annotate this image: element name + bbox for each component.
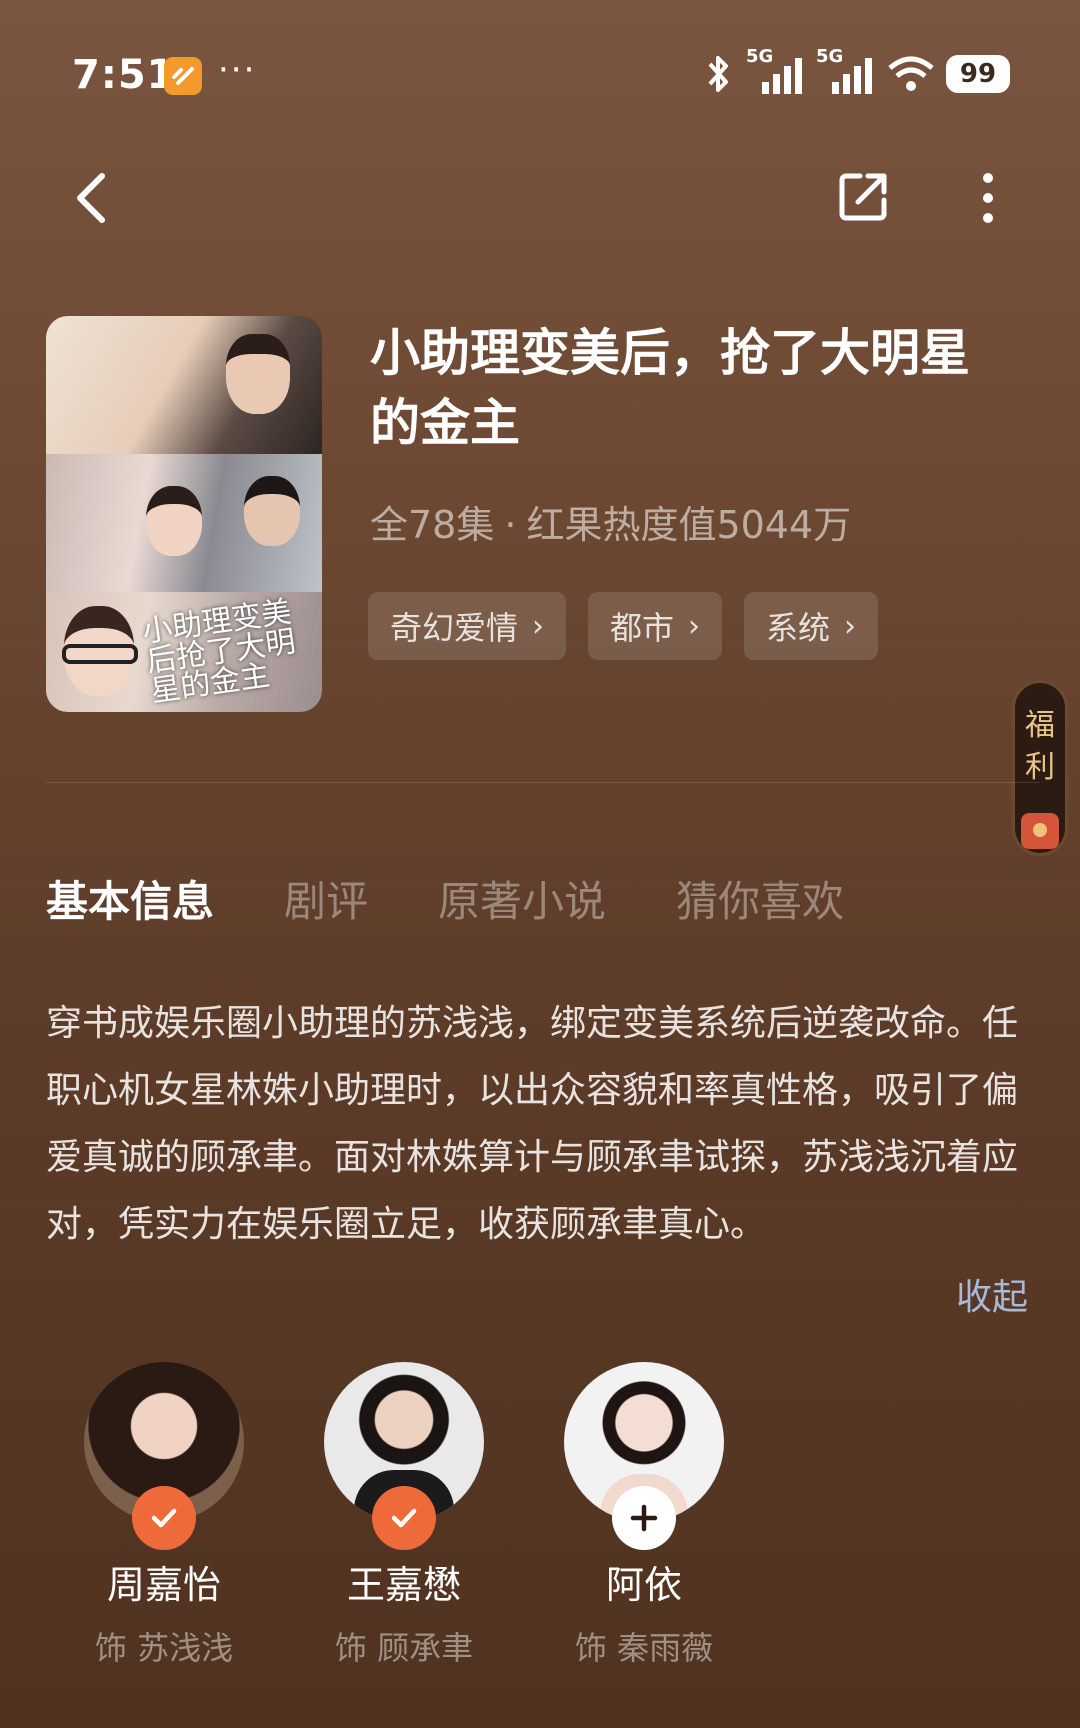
status-bar: 7:51 ··· 5G 5G 99 bbox=[0, 0, 1080, 150]
battery-indicator: 99 bbox=[946, 55, 1010, 93]
wifi-icon bbox=[888, 56, 934, 91]
chevron-left-icon bbox=[77, 173, 105, 223]
poster-actor-face bbox=[226, 334, 290, 414]
cast-name: 阿依 bbox=[605, 1563, 682, 1607]
back-button[interactable] bbox=[66, 168, 118, 228]
tab-basic-info[interactable]: 基本信息 bbox=[46, 868, 214, 929]
followed-badge[interactable] bbox=[372, 1486, 436, 1550]
tag-urban[interactable]: 都市 › bbox=[588, 592, 723, 660]
drama-meta: 全78集 · 红果热度值5044万 bbox=[370, 494, 851, 549]
app-notification-icon bbox=[164, 57, 202, 95]
cast-member[interactable]: 阿依 饰 秦雨薇 bbox=[564, 1362, 724, 1669]
synopsis-text: 穿书成娱乐圈小助理的苏浅浅，绑定变美系统后逆袭改命。任职心机女星林姝小助理时，以… bbox=[46, 1003, 1019, 1245]
chevron-right-icon: › bbox=[844, 608, 857, 644]
tag-system[interactable]: 系统 › bbox=[744, 592, 879, 660]
status-indicators: 5G 5G 99 bbox=[700, 46, 1010, 96]
meta-separator: · bbox=[504, 503, 517, 547]
more-options-button[interactable] bbox=[970, 170, 1006, 226]
cast-name: 周嘉怡 bbox=[106, 1563, 221, 1607]
followed-badge[interactable] bbox=[132, 1486, 196, 1550]
tab-reviews[interactable]: 剧评 bbox=[284, 868, 368, 929]
tag-label: 都市 bbox=[610, 609, 675, 647]
cast-member[interactable]: 王嘉懋 饰 顾承聿 bbox=[324, 1362, 484, 1669]
red-envelope-icon bbox=[1021, 813, 1059, 849]
detail-tabs: 基本信息 剧评 原著小说 猜你喜欢 bbox=[46, 868, 844, 929]
chevron-right-icon: › bbox=[532, 608, 545, 644]
follow-button[interactable] bbox=[612, 1486, 676, 1550]
cast-role: 饰 秦雨薇 bbox=[574, 1629, 714, 1667]
more-vertical-icon bbox=[983, 173, 993, 223]
welfare-label: 福 利 bbox=[1015, 705, 1065, 789]
tag-fantasy-romance[interactable]: 奇幻爱情 › bbox=[368, 592, 567, 660]
network-type-2: 5G bbox=[816, 46, 844, 67]
status-more-dots: ··· bbox=[218, 50, 257, 90]
welfare-float-button[interactable]: 福 利 bbox=[1012, 680, 1068, 856]
genre-tags: 奇幻爱情 › 都市 › 系统 › bbox=[368, 592, 879, 660]
signal-icon-1: 5G bbox=[746, 46, 806, 96]
cast-member[interactable]: 周嘉怡 饰 苏浅浅 bbox=[84, 1362, 244, 1669]
status-time: 7:51 bbox=[72, 52, 176, 98]
signal-icon-2: 5G bbox=[816, 46, 876, 96]
cast-role: 饰 苏浅浅 bbox=[94, 1629, 234, 1667]
collapse-button[interactable]: 收起 bbox=[956, 1268, 1028, 1320]
chevron-right-icon: › bbox=[688, 608, 701, 644]
drama-title: 小助理变美后，抢了大明星的金主 bbox=[370, 324, 970, 452]
section-divider bbox=[46, 782, 1040, 783]
tag-label: 奇幻爱情 bbox=[390, 609, 519, 647]
poster-glasses bbox=[62, 644, 138, 664]
cast-name: 王嘉懋 bbox=[346, 1563, 461, 1607]
poster-actor-face-2 bbox=[244, 476, 300, 546]
welfare-char-1: 福 bbox=[1025, 708, 1055, 743]
drama-poster[interactable]: 小助理变美后抢了大明星的金主 bbox=[46, 316, 322, 712]
share-icon bbox=[839, 173, 887, 221]
network-type-1: 5G bbox=[746, 46, 774, 67]
plus-icon bbox=[630, 1504, 658, 1532]
cast-role: 饰 顾承聿 bbox=[334, 1629, 474, 1667]
cast-list: 周嘉怡 饰 苏浅浅 王嘉懋 饰 顾承聿 阿依 饰 秦雨薇 bbox=[84, 1362, 724, 1669]
episode-count: 全78集 bbox=[370, 503, 495, 547]
tab-original-novel[interactable]: 原著小说 bbox=[438, 868, 606, 929]
tab-recommendations[interactable]: 猜你喜欢 bbox=[676, 868, 844, 929]
check-icon bbox=[391, 1508, 417, 1528]
poster-actress-face bbox=[146, 486, 202, 556]
heat-value: 红果热度值5044万 bbox=[526, 503, 852, 547]
bluetooth-icon bbox=[708, 56, 728, 92]
check-icon bbox=[151, 1508, 177, 1528]
share-button[interactable] bbox=[836, 168, 892, 224]
tag-label: 系统 bbox=[766, 609, 831, 647]
